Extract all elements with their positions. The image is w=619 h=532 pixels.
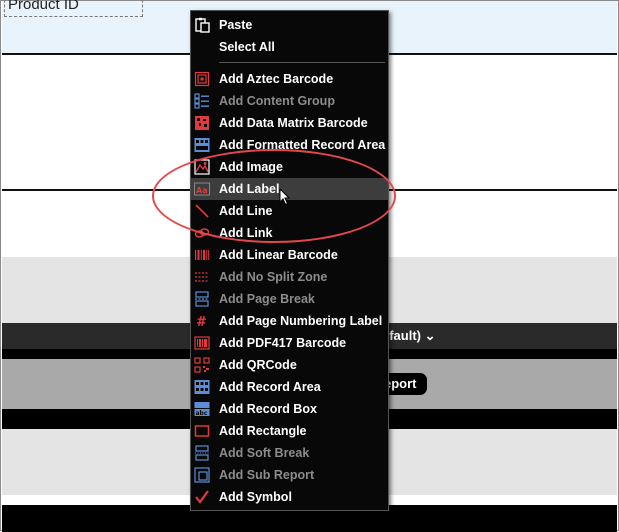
content-group-icon — [194, 93, 209, 109]
pdf417-barcode-icon — [194, 336, 210, 350]
menu-item-label: Add Symbol — [219, 490, 292, 504]
rectangle-icon — [194, 425, 210, 437]
menu-item-add-pdf417-barcode[interactable]: Add PDF417 Barcode — [191, 332, 388, 354]
menu-item-add-page-numbering-label[interactable]: # Add Page Numbering Label — [191, 310, 388, 332]
menu-item-add-soft-break[interactable]: Add Soft Break — [191, 442, 388, 464]
menu-item-add-page-break[interactable]: Add Page Break — [191, 288, 388, 310]
menu-item-paste[interactable]: Paste — [191, 14, 388, 36]
highlight-callout — [152, 149, 396, 243]
qrcode-icon — [194, 357, 210, 373]
menu-item-add-qrcode[interactable]: Add QRCode — [191, 354, 388, 376]
menu-item-label: Add No Split Zone — [219, 270, 328, 284]
menu-item-label: Add Content Group — [219, 94, 335, 108]
menu-item-select-all[interactable]: Select All — [191, 36, 388, 58]
chevron-down-icon: ⌄ — [424, 328, 436, 343]
menu-item-add-symbol[interactable]: Add Symbol — [191, 486, 388, 508]
group-select[interactable]: efault) ⌄ — [382, 326, 436, 346]
menu-item-label: Add PDF417 Barcode — [219, 336, 347, 350]
menu-item-label: Add Data Matrix Barcode — [219, 116, 368, 130]
data-matrix-barcode-icon — [195, 116, 209, 130]
menu-item-label: Add Page Numbering Label — [219, 314, 383, 328]
menu-item-add-no-split-zone[interactable]: Add No Split Zone — [191, 266, 388, 288]
menu-item-label: Add Sub Report — [219, 468, 315, 482]
menu-item-label: Add Linear Barcode — [219, 248, 338, 262]
menu-item-label: Add Aztec Barcode — [219, 72, 334, 86]
menu-item-label: Add Record Area — [219, 380, 321, 394]
menu-item-label: Add Rectangle — [219, 424, 307, 438]
menu-item-add-content-group[interactable]: Add Content Group — [191, 90, 388, 112]
record-area-icon — [194, 380, 210, 394]
menu-item-label: Add Record Box — [219, 402, 317, 416]
menu-item-add-rectangle[interactable]: Add Rectangle — [191, 420, 388, 442]
menu-item-add-record-area[interactable]: Add Record Area — [191, 376, 388, 398]
menu-item-label: Add Page Break — [219, 292, 315, 306]
page-break-icon — [195, 291, 209, 307]
menu-item-label: Paste — [219, 18, 253, 32]
svg-text:#: # — [196, 315, 207, 329]
paste-icon — [195, 17, 210, 33]
page-numbering-icon: # — [196, 315, 207, 329]
soft-break-icon — [195, 445, 209, 461]
checkmark-symbol-icon — [195, 490, 209, 504]
record-box-icon: abc — [194, 402, 210, 417]
no-split-zone-icon — [195, 272, 209, 282]
menu-item-add-data-matrix-barcode[interactable]: Add Data Matrix Barcode — [191, 112, 388, 134]
sub-report-icon — [194, 467, 210, 483]
mouse-pointer-icon — [279, 188, 291, 206]
menu-item-label: Select All — [219, 40, 275, 54]
formatted-record-area-icon — [194, 138, 210, 152]
menu-item-label: Add Soft Break — [219, 446, 310, 460]
menu-item-add-sub-report[interactable]: Add Sub Report — [191, 464, 388, 486]
svg-text:abc: abc — [196, 410, 208, 417]
linear-barcode-icon — [195, 250, 210, 260]
menu-separator — [219, 62, 385, 63]
context-menu: Paste Select All Add Aztec Barcode Add C… — [190, 10, 389, 511]
aztec-barcode-icon — [194, 71, 210, 87]
menu-item-label: Add QRCode — [219, 358, 297, 372]
menu-item-add-aztec-barcode[interactable]: Add Aztec Barcode — [191, 68, 388, 90]
menu-item-add-linear-barcode[interactable]: Add Linear Barcode — [191, 244, 388, 266]
product-id-field[interactable]: Product ID — [4, 0, 143, 17]
menu-item-add-record-box[interactable]: abc Add Record Box — [191, 398, 388, 420]
